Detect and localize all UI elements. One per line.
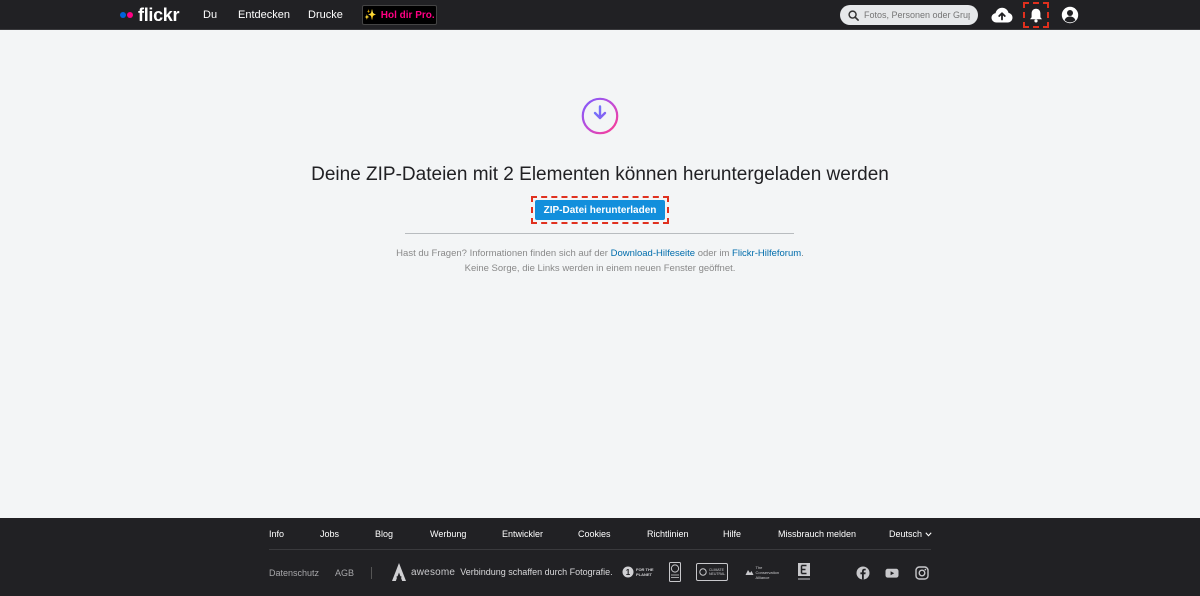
download-zip-button[interactable]: ZIP-Datei herunterladen	[535, 200, 665, 220]
conservation-alliance-badge[interactable]: The Conservation Alliance	[744, 562, 780, 582]
conservation-alliance-icon	[745, 570, 753, 575]
flickr-logo[interactable]: flickr	[120, 5, 180, 25]
svg-text:1: 1	[626, 568, 631, 577]
sparkle-icon: ✨	[364, 9, 377, 21]
one-percent-planet-icon: 1	[622, 566, 634, 578]
search-input[interactable]	[864, 10, 970, 20]
certified-b-corp-badge[interactable]	[669, 562, 681, 582]
nav-link-drucke[interactable]: Drucke	[308, 9, 343, 21]
help-line-2: Keine Sorge, die Links werden in einem n…	[464, 263, 736, 274]
awesome-logo-icon	[392, 563, 406, 581]
language-label: Deutsch	[889, 529, 923, 539]
footer-link-cookies[interactable]: Cookies	[578, 529, 611, 539]
get-pro-label: Hol dir Pro.	[380, 9, 435, 21]
youtube-icon[interactable]	[885, 566, 899, 580]
notification-bell-button[interactable]	[1023, 2, 1049, 28]
one-percent-for-the-planet-badge[interactable]: 1 FOR THE PLANET	[621, 562, 657, 582]
chevron-down-icon	[925, 531, 932, 537]
footer-link-entwickler[interactable]: Entwickler	[502, 529, 543, 539]
footer-link-agb[interactable]: AGB	[335, 568, 354, 578]
footer-link-info[interactable]: Info	[269, 529, 284, 539]
help-line-1: Hast du Fragen? Informationen finden sic…	[0, 246, 1200, 261]
footer-link-missbrauch[interactable]: Missbrauch melden	[778, 529, 856, 539]
search-icon	[848, 9, 859, 21]
logo-wordmark: flickr	[138, 5, 180, 25]
footer-link-richtlinien[interactable]: Richtlinien	[647, 529, 689, 539]
page-footer: Info Jobs Blog Werbung Entwickler Cookie…	[0, 518, 1200, 596]
page-headline: Deine ZIP-Dateien mit 2 Elementen können…	[311, 164, 889, 185]
help-forum-link[interactable]: Flickr-Hilfeforum	[732, 248, 801, 259]
footer-link-datenschutz[interactable]: Datenschutz	[269, 568, 319, 578]
awesome-wordmark: awesome	[411, 566, 456, 578]
download-help-link[interactable]: Download-Hilfeseite	[611, 248, 695, 259]
help-prefix: Hast du Fragen? Informationen finden sic…	[396, 248, 611, 259]
top-navigation-bar: flickr Du Entdecken Drucke ✨ Hol dir Pro…	[0, 0, 1200, 30]
smugmug-awesome-brand[interactable]: awesome Verbindung schaffen durch Fotogr…	[391, 562, 613, 582]
upload-cloud-icon[interactable]	[991, 5, 1013, 25]
download-icon	[581, 97, 619, 135]
e-badge-icon	[798, 563, 810, 580]
help-text: Hast du Fragen? Informationen finden sic…	[0, 246, 1200, 276]
footer-tagline: Verbindung schaffen durch Fotografie.	[460, 567, 613, 577]
help-suffix: .	[801, 248, 804, 259]
footer-divider	[269, 549, 931, 550]
footer-separator	[371, 567, 372, 579]
footer-link-werbung[interactable]: Werbung	[430, 529, 466, 539]
climate-neutral-icon	[699, 568, 707, 576]
climate-neutral-text: CLIMATE NEUTRAL	[709, 568, 726, 576]
account-avatar-icon[interactable]	[1060, 5, 1080, 25]
get-pro-button[interactable]: ✨ Hol dir Pro.	[362, 5, 437, 25]
footer-link-hilfe[interactable]: Hilfe	[723, 529, 741, 539]
for-the-planet-text: FOR THE PLANET	[636, 567, 654, 577]
search-box[interactable]	[840, 5, 978, 25]
conservation-alliance-text: The Conservation Alliance	[755, 564, 780, 580]
download-page-content: Deine ZIP-Dateien mit 2 Elementen können…	[0, 31, 1200, 518]
footer-link-jobs[interactable]: Jobs	[320, 529, 339, 539]
nav-link-du[interactable]: Du	[203, 9, 217, 21]
footer-link-blog[interactable]: Blog	[375, 529, 393, 539]
facebook-icon[interactable]	[856, 566, 870, 580]
e-certification-badge[interactable]	[796, 562, 812, 582]
language-selector[interactable]: Deutsch	[889, 529, 932, 539]
bell-icon	[1030, 8, 1042, 22]
logo-blue-dot	[120, 12, 126, 18]
climate-neutral-badge[interactable]: CLIMATE NEUTRAL	[696, 563, 728, 581]
content-divider	[405, 233, 794, 234]
b-corp-icon	[669, 562, 681, 582]
logo-pink-dot	[127, 12, 133, 18]
help-middle: oder im	[695, 248, 733, 259]
instagram-icon[interactable]	[915, 566, 929, 580]
nav-link-entdecken[interactable]: Entdecken	[238, 9, 290, 21]
download-button-highlight: ZIP-Datei herunterladen	[531, 196, 669, 224]
